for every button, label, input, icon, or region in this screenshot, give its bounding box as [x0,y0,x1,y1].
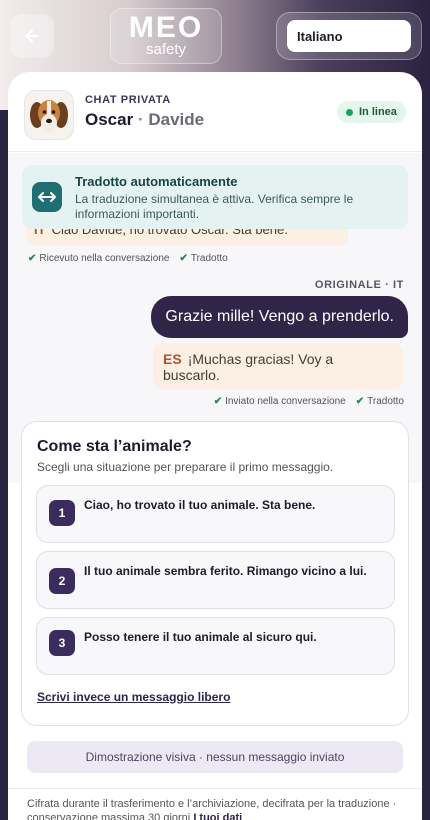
language-select[interactable]: Italiano [287,20,411,52]
status-badge: In linea [337,101,406,123]
owner-name: Davide [148,110,205,129]
logo-sub-text: safety [145,41,187,58]
previous-message-status: ✔ Ricevuto nella conversazione ✔ Tradotto [28,253,228,264]
translation-text: ¡Muchas gracias! Voy a buscarlo. [163,351,334,383]
check-icon: ✔ [179,253,188,264]
arrow-left-icon [25,29,39,43]
status-received: ✔ Ricevuto nella conversazione [28,253,170,264]
situation-subtitle: Scegli una situazione per preparare il p… [37,460,334,474]
situation-picker: Come sta l’animale? Scegli una situazion… [21,421,409,726]
situation-title: Come sta l’animale? [37,438,192,455]
chat-header: CHAT PRIVATA Oscar · Davide In linea [8,72,422,152]
language-picker: Italiano [276,12,422,60]
option-text: Posso tenere il tuo animale al sicuro qu… [84,630,317,644]
outgoing-translation-bubble: ES ¡Muchas gracias! Voy a buscarlo. [153,343,403,389]
translation-banner: Tradotto automaticamente La traduzione s… [22,165,408,229]
check-icon: ✔ [355,396,365,407]
back-button[interactable] [10,14,54,58]
option-text: Ciao, ho trovato il tuo animale. Sta ben… [84,498,316,512]
banner-body: La traduzione simultanea è attiva. Verif… [75,192,354,221]
status-translated: ✔ Tradotto [355,396,404,407]
meo-safety-logo: MEO safety [110,8,222,64]
online-dot-icon [346,108,353,116]
option-number: 1 [49,500,75,526]
check-icon: ✔ [28,253,37,264]
status-label: In linea [359,106,397,118]
option-text: Il tuo animale sembra ferito. Rimango vi… [84,564,367,578]
logo-main-text: MEO [128,11,204,44]
privacy-footer: Cifrata durante il trasferimento e l’arc… [8,788,422,820]
chat-kicker: CHAT PRIVATA [85,94,171,106]
status-translated: ✔ Tradotto [179,253,228,264]
dog-avatar-icon [30,100,68,132]
privacy-link[interactable]: I tuoi dati [193,812,242,820]
option-number: 3 [49,630,75,656]
situation-option-2[interactable]: 2 Il tuo animale sembra ferito. Rimango … [36,551,395,609]
avatar [24,90,74,140]
title-separator: · [137,110,144,129]
swap-arrows-icon [32,182,62,212]
status-sent: ✔ Inviato nella conversazione [213,396,346,407]
translation-lang: ES [163,351,182,367]
situation-option-1[interactable]: 1 Ciao, ho trovato il tuo animale. Sta b… [36,485,395,543]
chat-title: Oscar · Davide [85,110,204,130]
outgoing-message-status: ✔ Inviato nella conversazione ✔ Tradotto [214,396,404,407]
free-message-link[interactable]: Scrivi invece un messaggio libero [37,690,230,704]
original-language-label: ORIGINALE · IT [314,279,404,291]
outgoing-message-bubble: Grazie mille! Vengo a prenderlo. [151,296,408,338]
chat-card: CHAT PRIVATA Oscar · Davide In linea Tra… [8,72,422,820]
demo-notice: Dimostrazione visiva · nessun messaggio … [27,741,403,773]
pet-name: Oscar [85,110,134,129]
check-icon: ✔ [213,396,223,407]
option-number: 2 [49,568,75,594]
situation-option-3[interactable]: 3 Posso tenere il tuo animale al sicuro … [36,617,395,675]
banner-title: Tradotto automaticamente [75,174,238,189]
